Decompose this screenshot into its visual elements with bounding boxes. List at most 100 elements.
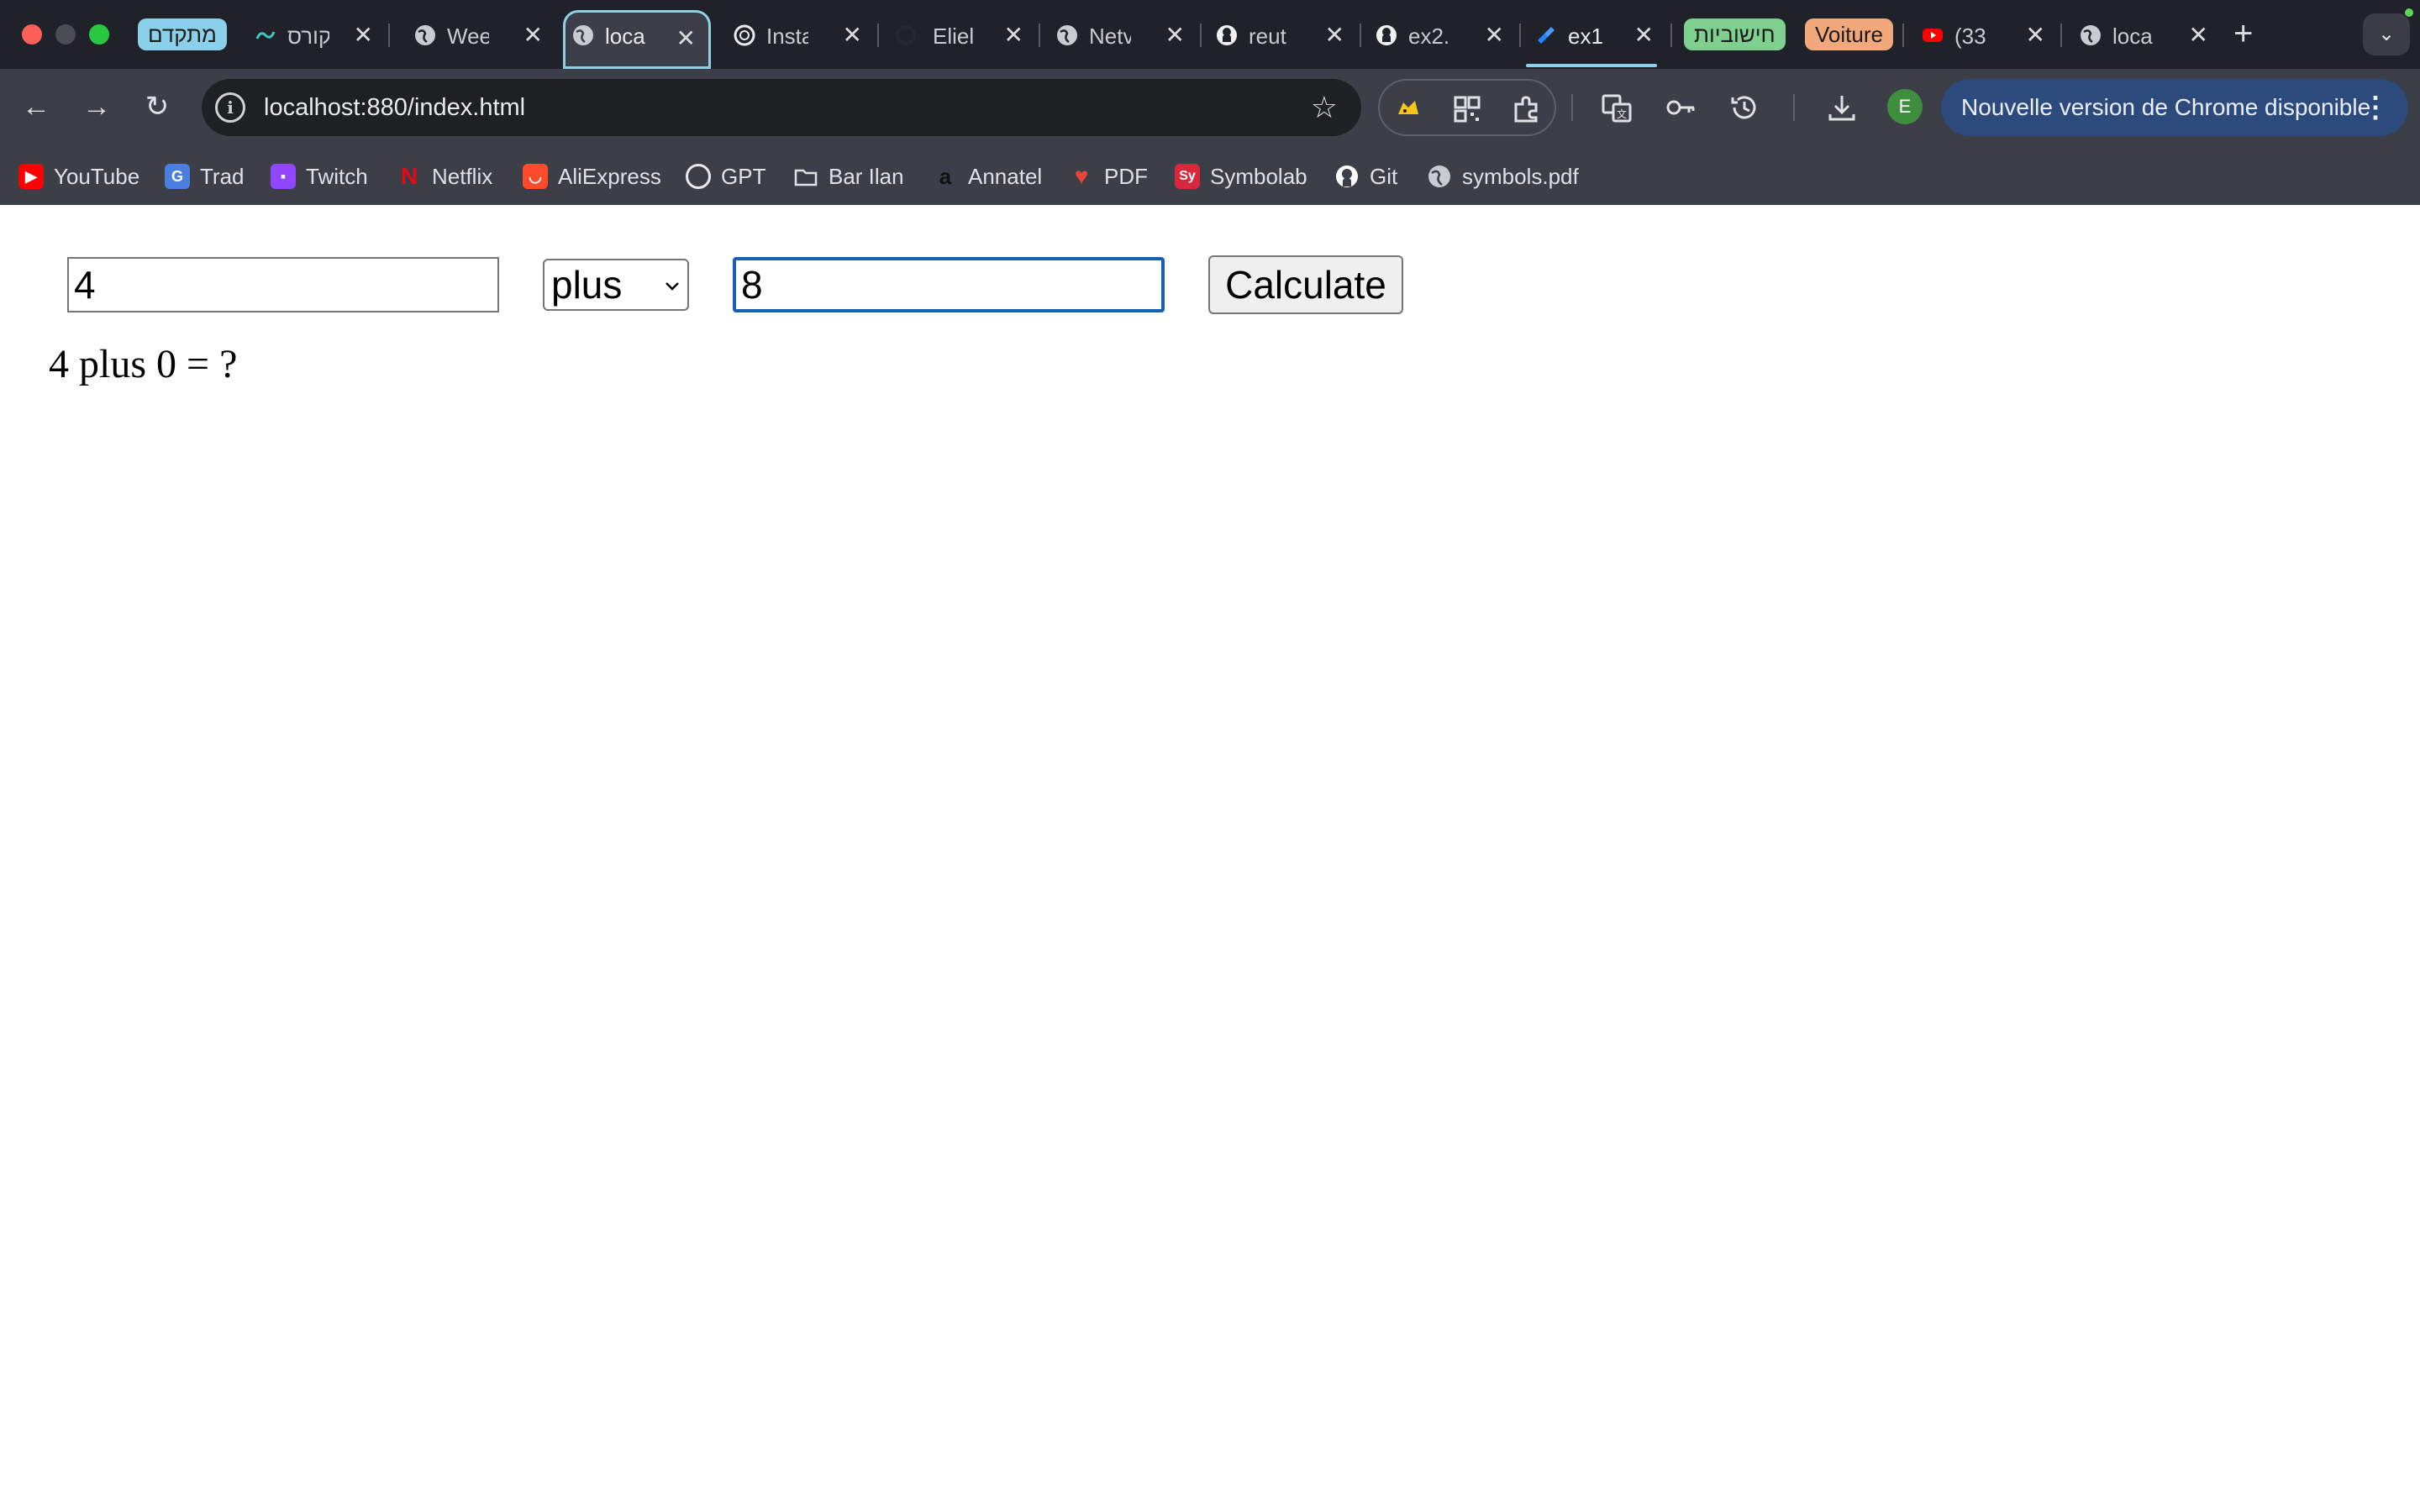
bookmark-youtube[interactable]: ▶ YouTube xyxy=(18,160,139,190)
tab-separator xyxy=(1039,24,1040,47)
tab-separator xyxy=(1519,24,1521,47)
tab-separator xyxy=(1670,24,1672,47)
browser-toolbar: ← → ↻ i localhost:880/index.html ☆ 文 E N… xyxy=(0,69,2420,144)
cat-extension-icon[interactable] xyxy=(1392,92,1425,126)
address-bar[interactable]: i localhost:880/index.html ☆ xyxy=(202,79,1361,136)
close-tab-icon[interactable]: ✕ xyxy=(1165,20,1185,50)
chevron-down-icon xyxy=(666,282,679,291)
bookmark-pdf[interactable]: ♥ PDF xyxy=(1069,160,1148,190)
close-tab-icon[interactable]: ✕ xyxy=(354,20,373,50)
browser-chrome: מתקדם קורס ✕ Wee ✕ loca ✕ Insta ✕ Eliel … xyxy=(0,0,2420,205)
tab-title: loca xyxy=(605,24,645,49)
translate-icon[interactable]: 文 xyxy=(1600,91,1634,124)
operator-select[interactable]: plus xyxy=(543,259,689,311)
site-info-icon[interactable]: i xyxy=(215,92,245,123)
close-tab-icon[interactable]: ✕ xyxy=(843,20,862,50)
bookmark-star-icon[interactable]: ☆ xyxy=(1311,89,1338,126)
close-tab-icon[interactable]: ✕ xyxy=(1634,20,1654,50)
forward-arrow-icon[interactable]: → xyxy=(77,87,116,126)
page-content: plus Calculate 4 plus 0 = ? xyxy=(0,205,2420,1512)
browser-tab[interactable]: reut ✕ xyxy=(1207,13,1361,57)
bookmark-git[interactable]: Git xyxy=(1334,160,1397,190)
browser-tab[interactable]: Netv ✕ xyxy=(1047,13,1202,57)
new-tab-button[interactable]: + xyxy=(2233,15,2253,52)
close-tab-icon[interactable]: ✕ xyxy=(1485,20,1504,50)
browser-tab-active[interactable]: loca ✕ xyxy=(563,10,711,69)
back-arrow-icon[interactable]: ← xyxy=(17,87,55,126)
browser-tab[interactable]: Wee ✕ xyxy=(405,13,558,57)
tab-title: Eliel xyxy=(933,24,975,49)
bookmark-trad[interactable]: G Trad xyxy=(165,160,245,190)
tab-title: Netv xyxy=(1089,24,1131,49)
browser-tab[interactable]: ex2. ✕ xyxy=(1366,13,1521,57)
tab-search-chevron-icon[interactable]: ⌄ xyxy=(2363,13,2410,55)
close-tab-icon[interactable]: ✕ xyxy=(1325,20,1344,50)
close-tab-icon[interactable]: ✕ xyxy=(523,20,543,50)
qr-code-icon[interactable] xyxy=(1450,92,1484,126)
globe-icon xyxy=(415,25,435,45)
bookmark-folder-bar-ilan[interactable]: Bar Ilan xyxy=(793,160,904,190)
browser-tab[interactable]: Insta ✕ xyxy=(724,13,879,57)
extensions-group xyxy=(1378,79,1556,136)
number1-input[interactable] xyxy=(67,257,499,312)
browser-tab[interactable]: קורס ✕ xyxy=(245,13,390,57)
history-icon[interactable] xyxy=(1728,91,1761,124)
more-menu-icon[interactable]: ⋮ xyxy=(2361,79,2390,136)
url-text[interactable]: localhost:880/index.html xyxy=(264,94,525,121)
browser-tab[interactable]: loca ✕ xyxy=(2070,13,2223,57)
graduation-icon xyxy=(255,31,276,39)
chrome-update-button[interactable]: Nouvelle version de Chrome disponible ⋮ xyxy=(1941,79,2408,136)
annatel-icon: a xyxy=(939,164,952,190)
openai-icon xyxy=(734,24,755,46)
bookmark-annatel[interactable]: a Annatel xyxy=(933,160,1042,190)
close-tab-icon[interactable]: ✕ xyxy=(2189,20,2208,50)
close-window-button[interactable] xyxy=(22,24,42,45)
bookmark-gpt[interactable]: GPT xyxy=(686,160,765,190)
tab-separator xyxy=(1902,24,1904,47)
github-icon xyxy=(1376,25,1397,45)
globe-icon xyxy=(573,25,593,45)
globe-icon xyxy=(1057,25,1077,45)
tab-separator xyxy=(388,24,390,47)
tab-group-chip[interactable]: Voiture xyxy=(1805,18,1893,50)
toolbar-divider xyxy=(1793,94,1795,121)
tab-separator xyxy=(2060,24,2062,47)
toolbar-divider xyxy=(1571,94,1573,121)
bookmark-aliexpress[interactable]: ◡ AliExpress xyxy=(523,160,661,190)
close-tab-icon[interactable]: ✕ xyxy=(676,24,696,54)
browser-tab[interactable]: (33 ✕ xyxy=(1912,13,2062,57)
tab-separator xyxy=(1200,24,1202,47)
jira-icon xyxy=(1538,27,1555,44)
update-notice-text: Nouvelle version de Chrome disponible xyxy=(1961,94,2371,120)
profile-avatar[interactable]: E xyxy=(1887,89,1923,124)
maximize-window-button[interactable] xyxy=(89,24,109,45)
bookmark-symbolab[interactable]: Sy Symbolab xyxy=(1175,160,1307,190)
bookmark-twitch[interactable]: ▪ Twitch xyxy=(271,160,368,190)
password-key-icon[interactable] xyxy=(1664,91,1697,124)
pdf-heart-icon: ♥ xyxy=(1074,163,1089,190)
browser-tab[interactable]: ex1 ✕ xyxy=(1526,13,1669,57)
github-icon xyxy=(1217,25,1237,45)
tab-separator xyxy=(1360,24,1361,47)
tab-group-chip[interactable]: מתקדם xyxy=(138,18,227,50)
bookmark-symbols-pdf[interactable]: symbols.pdf xyxy=(1427,160,1579,190)
close-tab-icon[interactable]: ✕ xyxy=(1004,20,1023,50)
reload-icon[interactable]: ↻ xyxy=(138,87,176,126)
aliexpress-icon: ◡ xyxy=(523,164,548,190)
tab-strip: מתקדם קורס ✕ Wee ✕ loca ✕ Insta ✕ Eliel … xyxy=(0,0,2420,69)
tab-separator xyxy=(877,24,879,47)
tab-group-underline xyxy=(1526,64,1657,67)
download-icon[interactable] xyxy=(1825,91,1859,124)
number2-input[interactable] xyxy=(733,257,1165,312)
tab-title: loca xyxy=(2112,24,2153,49)
browser-tab[interactable]: Eliel ✕ xyxy=(886,13,1040,57)
tab-title: ex1 xyxy=(1568,24,1603,49)
minimize-window-button[interactable] xyxy=(55,24,76,45)
extensions-puzzle-icon[interactable] xyxy=(1509,92,1543,126)
tab-group-chip[interactable]: חישוביות xyxy=(1684,18,1786,50)
bookmark-netflix[interactable]: N Netflix xyxy=(397,160,492,190)
calculate-button[interactable]: Calculate xyxy=(1208,255,1403,314)
tab-title: Insta xyxy=(766,24,808,49)
close-tab-icon[interactable]: ✕ xyxy=(2026,20,2045,50)
openai-icon xyxy=(686,164,711,190)
